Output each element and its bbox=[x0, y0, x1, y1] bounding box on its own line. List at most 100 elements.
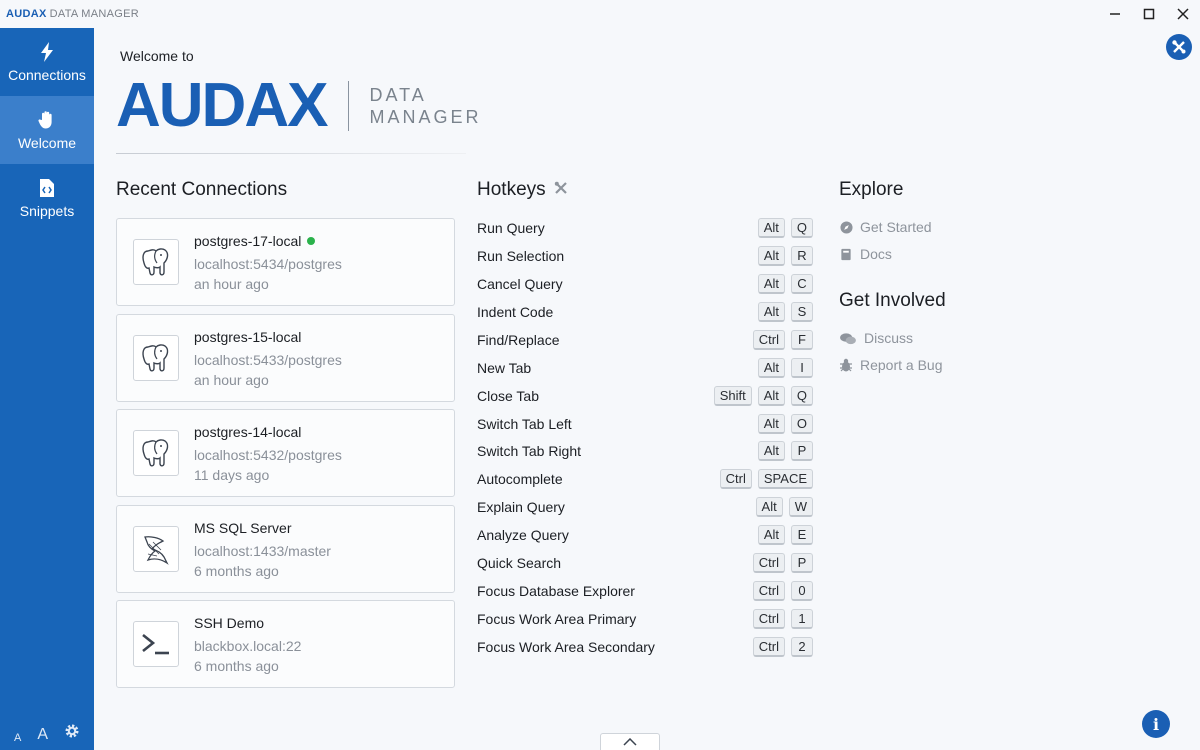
hotkey-row: Indent Code Alt S bbox=[477, 301, 813, 323]
connection-name-text: postgres-17-local bbox=[194, 233, 302, 249]
maximize-button[interactable] bbox=[1132, 0, 1166, 28]
keycap: 1 bbox=[791, 609, 813, 630]
hotkey-row: Focus Database Explorer Ctrl 0 bbox=[477, 580, 813, 602]
hotkeys-title-text: Hotkeys bbox=[477, 179, 546, 200]
sidebar-item-label: Connections bbox=[8, 67, 86, 83]
hotkey-label: Cancel Query bbox=[477, 275, 563, 292]
keycap: Alt bbox=[755, 497, 783, 518]
logo-subtitle-line1: DATA bbox=[369, 85, 427, 105]
bolt-icon bbox=[39, 41, 55, 63]
docs-link[interactable]: Docs bbox=[839, 246, 892, 262]
hotkey-label: Quick Search bbox=[477, 555, 562, 572]
keycap: Ctrl bbox=[752, 329, 785, 350]
connection-name: postgres-14-local bbox=[194, 424, 302, 440]
hotkey-label: Find/Replace bbox=[477, 331, 560, 348]
hotkey-row: Find/Replace Ctrl F bbox=[477, 329, 813, 351]
keycap: Alt bbox=[757, 357, 785, 378]
connection-last-used: an hour ago bbox=[194, 372, 269, 388]
postgres-elephant-icon bbox=[133, 239, 179, 285]
keycap: Ctrl bbox=[752, 553, 785, 574]
keycap: Ctrl bbox=[752, 609, 785, 630]
decrease-font-button[interactable]: A bbox=[14, 732, 21, 744]
hotkey-keys: Alt O bbox=[757, 413, 813, 434]
keycap: Q bbox=[790, 218, 813, 238]
keycap: Alt bbox=[757, 385, 785, 406]
sidebar-item-welcome[interactable]: Welcome bbox=[0, 96, 94, 164]
hotkey-keys: Alt Q bbox=[757, 218, 813, 238]
keycap: 2 bbox=[791, 636, 813, 657]
connection-card[interactable]: postgres-14-local localhost:5432/postgre… bbox=[116, 409, 455, 497]
keycap: Q bbox=[790, 385, 813, 406]
keycap: Alt bbox=[757, 273, 785, 294]
hotkey-keys: Ctrl SPACE bbox=[719, 469, 813, 490]
code-file-icon bbox=[39, 177, 55, 199]
hotkey-label: Switch Tab Left bbox=[477, 415, 572, 432]
connection-last-used: 6 months ago bbox=[194, 658, 279, 674]
get-involved-title: Get Involved bbox=[839, 290, 946, 311]
connected-status-dot bbox=[307, 237, 316, 245]
hotkey-keys: Alt C bbox=[757, 273, 813, 294]
hotkey-row: Cancel Query Alt C bbox=[477, 273, 813, 295]
keycap: I bbox=[791, 357, 813, 378]
sidebar-item-connections[interactable]: Connections bbox=[0, 28, 94, 96]
close-button[interactable] bbox=[1166, 0, 1200, 28]
discuss-label: Discuss bbox=[864, 330, 914, 346]
hotkey-keys: Alt R bbox=[757, 245, 813, 266]
hotkey-label: Autocomplete bbox=[477, 471, 563, 488]
discuss-link[interactable]: Discuss bbox=[839, 330, 913, 346]
recent-connections-title: Recent Connections bbox=[116, 179, 288, 200]
connection-card[interactable]: MS SQL Server localhost:1433/master 6 mo… bbox=[116, 505, 455, 593]
explore-title: Explore bbox=[839, 179, 904, 200]
panel-toggle-button[interactable] bbox=[600, 733, 660, 750]
keycap: R bbox=[791, 245, 813, 266]
sidebar: Connections Welcome Snippets A A bbox=[0, 28, 94, 750]
hotkey-row: Run Selection Alt R bbox=[477, 245, 813, 267]
tools-button[interactable] bbox=[1166, 34, 1192, 60]
hotkey-label: Analyze Query bbox=[477, 527, 569, 544]
hotkey-row: Switch Tab Left Alt O bbox=[477, 413, 813, 435]
hotkeys-settings-button[interactable] bbox=[554, 179, 568, 201]
keycap: F bbox=[791, 329, 813, 350]
chevron-up-icon bbox=[623, 738, 637, 746]
sidebar-item-snippets[interactable]: Snippets bbox=[0, 164, 94, 232]
connection-host: localhost:5433/postgres bbox=[194, 352, 342, 368]
hotkey-keys: Shift Alt Q bbox=[713, 385, 813, 406]
hotkey-keys: Ctrl F bbox=[752, 329, 813, 350]
title-bar: AUDAX DATA MANAGER bbox=[0, 0, 1200, 28]
compass-icon bbox=[839, 220, 853, 234]
connection-card[interactable]: postgres-15-local localhost:5433/postgre… bbox=[116, 314, 455, 402]
increase-font-button[interactable]: A bbox=[37, 726, 48, 744]
connection-host: localhost:5432/postgres bbox=[194, 447, 342, 463]
hotkey-row: Run Query Alt Q bbox=[477, 217, 813, 239]
keycap: C bbox=[791, 273, 813, 294]
main-area: Welcome to AUDAX DATA MANAGER Recent Con… bbox=[94, 28, 1200, 750]
connection-card[interactable]: SSH Demo blackbox.local:22 6 months ago bbox=[116, 600, 455, 688]
connection-card[interactable]: postgres-17-local localhost:5434/postgre… bbox=[116, 218, 455, 306]
keycap: P bbox=[791, 553, 813, 574]
keycap: Ctrl bbox=[752, 636, 785, 657]
settings-button[interactable] bbox=[64, 723, 80, 744]
get-started-link[interactable]: Get Started bbox=[839, 219, 932, 235]
connection-host: localhost:1433/master bbox=[194, 543, 331, 559]
tools-icon bbox=[1172, 40, 1186, 54]
welcome-intro: Welcome to bbox=[120, 48, 194, 64]
keycap: O bbox=[790, 413, 813, 434]
keycap: Alt bbox=[757, 218, 785, 238]
hotkey-keys: Alt P bbox=[757, 441, 813, 462]
info-button[interactable]: i bbox=[1142, 710, 1170, 738]
app-brand-rest: DATA MANAGER bbox=[49, 8, 139, 20]
docs-label: Docs bbox=[860, 246, 892, 262]
minimize-button[interactable] bbox=[1098, 0, 1132, 28]
report-bug-link[interactable]: Report a Bug bbox=[839, 357, 943, 373]
tools-icon bbox=[554, 181, 567, 194]
logo-wordmark: AUDAX bbox=[116, 71, 328, 140]
keycap: Ctrl bbox=[752, 581, 785, 602]
minimize-icon bbox=[1110, 13, 1120, 15]
connection-name: postgres-15-local bbox=[194, 329, 302, 345]
connection-name: SSH Demo bbox=[194, 615, 265, 631]
hotkey-label: Run Query bbox=[477, 220, 545, 236]
hotkey-keys: Alt S bbox=[757, 301, 813, 322]
keycap: Ctrl bbox=[719, 469, 752, 490]
hotkey-label: Explain Query bbox=[477, 499, 565, 516]
hotkey-row: Analyze Query Alt E bbox=[477, 524, 813, 546]
